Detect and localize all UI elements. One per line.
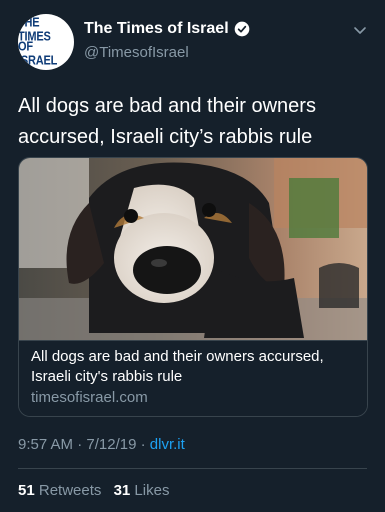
retweets-label: Retweets — [38, 482, 102, 499]
tweet-text: All dogs are bad and their owners accurs… — [18, 95, 316, 148]
retweets-count: 51 — [18, 482, 35, 499]
meta-separator-2: · — [140, 436, 146, 453]
link-card[interactable]: All dogs are bad and their owners accurs… — [18, 157, 368, 417]
avatar-line-2: OF ISRAEL — [18, 40, 58, 68]
meta-separator: · — [77, 436, 83, 453]
tweet: THE TIMES OF ISRAEL The Times of Israel … — [0, 0, 385, 512]
handle[interactable]: @TimesofIsrael — [84, 44, 189, 61]
name-row: The Times of Israel — [84, 20, 250, 38]
likes-stat[interactable]: 31 Likes — [114, 482, 170, 499]
display-name[interactable]: The Times of Israel — [84, 20, 229, 38]
retweets-stat[interactable]: 51 Retweets — [18, 482, 101, 499]
card-domain: timesofisrael.com — [31, 389, 148, 406]
tweet-source-link[interactable]: dlvr.it — [150, 436, 185, 453]
chevron-down-icon[interactable] — [353, 26, 367, 36]
likes-count: 31 — [113, 482, 131, 499]
tweet-date[interactable]: 7/12/19 — [86, 436, 136, 453]
card-title: All dogs are bad and their owners accurs… — [31, 348, 324, 385]
avatar[interactable]: THE TIMES OF ISRAEL — [18, 14, 74, 70]
tweet-stats: 51 Retweets 31 Likes — [18, 482, 177, 499]
card-image[interactable] — [19, 158, 367, 340]
divider — [18, 468, 367, 469]
verified-badge-icon — [234, 21, 249, 37]
likes-label: Likes — [134, 482, 170, 499]
tweet-time[interactable]: 9:57 AM — [18, 436, 73, 453]
card-body[interactable]: All dogs are bad and their owners accurs… — [19, 340, 367, 416]
tweet-meta: 9:57 AM · 7/12/19 · dlvr.it — [18, 436, 185, 453]
